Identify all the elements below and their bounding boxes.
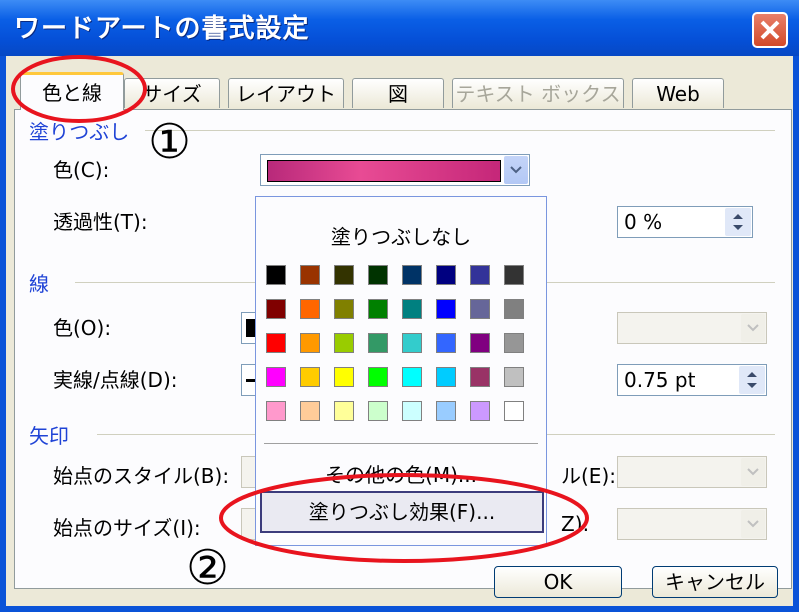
color-swatch[interactable] <box>504 367 524 387</box>
color-swatch[interactable] <box>266 333 286 353</box>
transparency-label: 透過性(T): <box>53 210 148 234</box>
color-swatch[interactable] <box>504 265 524 285</box>
color-swatch[interactable] <box>266 401 286 421</box>
transparency-spinner[interactable] <box>725 208 751 236</box>
color-swatch[interactable] <box>368 367 388 387</box>
tab-colors-lines[interactable]: 色と線 <box>20 72 124 110</box>
color-swatch[interactable] <box>300 367 320 387</box>
color-swatch[interactable] <box>266 367 286 387</box>
begin-style-label: 始点のスタイル(B): <box>53 464 230 488</box>
color-swatch[interactable] <box>368 265 388 285</box>
annotation-number-two: ② <box>186 540 230 596</box>
color-swatch[interactable] <box>436 401 456 421</box>
close-icon <box>760 20 780 40</box>
color-swatch[interactable] <box>470 333 490 353</box>
ok-button[interactable]: OK <box>494 566 622 598</box>
end-size-combo <box>617 508 767 540</box>
format-wordart-dialog: ワードアートの書式設定 色と線 サイズ レイアウト 図 テキスト ボックス We… <box>0 0 799 612</box>
line-style-combo <box>617 312 767 344</box>
tab-textbox: テキスト ボックス <box>452 78 624 108</box>
arrow-section-heading: 矢印 <box>29 424 69 448</box>
color-swatch[interactable] <box>470 367 490 387</box>
color-swatch[interactable] <box>368 401 388 421</box>
color-swatch[interactable] <box>402 299 422 319</box>
tab-strip: 色と線 サイズ レイアウト 図 テキスト ボックス Web <box>14 72 794 110</box>
cancel-button[interactable]: キャンセル <box>652 566 778 598</box>
close-button[interactable] <box>752 12 788 48</box>
color-swatch[interactable] <box>334 333 354 353</box>
spinner-arrows-icon <box>747 372 757 388</box>
color-swatch[interactable] <box>334 401 354 421</box>
color-swatch[interactable] <box>300 333 320 353</box>
color-swatch[interactable] <box>300 265 320 285</box>
color-swatch[interactable] <box>470 265 490 285</box>
color-swatch[interactable] <box>402 401 422 421</box>
color-swatch[interactable] <box>368 299 388 319</box>
chevron-down-icon <box>747 468 759 476</box>
line-section-heading: 線 <box>29 272 49 296</box>
fill-effects-option[interactable]: 塗りつぶし効果(F)... <box>260 491 544 533</box>
chevron-down-icon <box>747 324 759 332</box>
line-color-label: 色(O): <box>53 316 112 340</box>
end-style-label: ル(E): <box>561 464 616 488</box>
color-swatch[interactable] <box>436 265 456 285</box>
popup-separator <box>264 443 538 444</box>
color-swatch[interactable] <box>470 299 490 319</box>
dash-label: 実線/点線(D): <box>53 368 178 392</box>
color-swatch[interactable] <box>300 401 320 421</box>
color-swatch[interactable] <box>504 299 524 319</box>
annotation-number-one: ① <box>148 114 192 170</box>
more-colors-option[interactable]: その他の色(M)... <box>256 459 546 488</box>
fill-color-label: 色(C): <box>53 158 110 182</box>
fill-color-combo[interactable] <box>260 154 530 186</box>
color-swatch[interactable] <box>504 333 524 353</box>
separator <box>145 130 775 131</box>
fill-color-dropdown[interactable] <box>504 156 528 184</box>
color-swatch[interactable] <box>402 333 422 353</box>
color-swatch[interactable] <box>436 333 456 353</box>
spinner-arrows-icon <box>733 214 743 230</box>
color-swatch[interactable] <box>402 367 422 387</box>
tab-size[interactable]: サイズ <box>124 78 220 108</box>
fill-color-swatch <box>267 160 501 182</box>
end-size-label: Z): <box>561 512 590 536</box>
color-swatch[interactable] <box>470 401 490 421</box>
transparency-value: 0 % <box>624 210 663 234</box>
tab-web[interactable]: Web <box>632 78 724 108</box>
color-swatch[interactable] <box>300 299 320 319</box>
end-style-combo <box>617 456 767 488</box>
transparency-field[interactable]: 0 % <box>617 206 753 238</box>
line-style-dropdown <box>741 314 765 342</box>
color-swatch[interactable] <box>436 367 456 387</box>
color-swatch[interactable] <box>436 299 456 319</box>
title-bar: ワードアートの書式設定 <box>0 0 799 56</box>
line-weight-spinner[interactable] <box>739 366 765 394</box>
line-weight-field[interactable]: 0.75 pt <box>617 364 767 396</box>
color-swatch[interactable] <box>334 265 354 285</box>
end-size-dropdown <box>741 510 765 538</box>
window-title: ワードアートの書式設定 <box>14 14 310 44</box>
tab-layout[interactable]: レイアウト <box>228 78 344 108</box>
tab-picture[interactable]: 図 <box>352 78 444 108</box>
fill-color-popup: 塗りつぶしなし その他の色(M)... 塗りつぶし効果(F)... <box>255 196 547 546</box>
color-swatch[interactable] <box>334 367 354 387</box>
begin-size-label: 始点のサイズ(I): <box>53 516 201 540</box>
no-fill-option[interactable]: 塗りつぶしなし <box>256 221 546 250</box>
color-swatch[interactable] <box>266 299 286 319</box>
color-swatch[interactable] <box>368 333 388 353</box>
chevron-down-icon <box>510 166 522 174</box>
chevron-down-icon <box>747 520 759 528</box>
color-swatch[interactable] <box>334 299 354 319</box>
line-weight-value: 0.75 pt <box>624 368 696 392</box>
color-swatch[interactable] <box>402 265 422 285</box>
color-swatch[interactable] <box>504 401 524 421</box>
end-style-dropdown <box>741 458 765 486</box>
fill-section-heading: 塗りつぶし <box>29 120 130 144</box>
color-swatch[interactable] <box>266 265 286 285</box>
